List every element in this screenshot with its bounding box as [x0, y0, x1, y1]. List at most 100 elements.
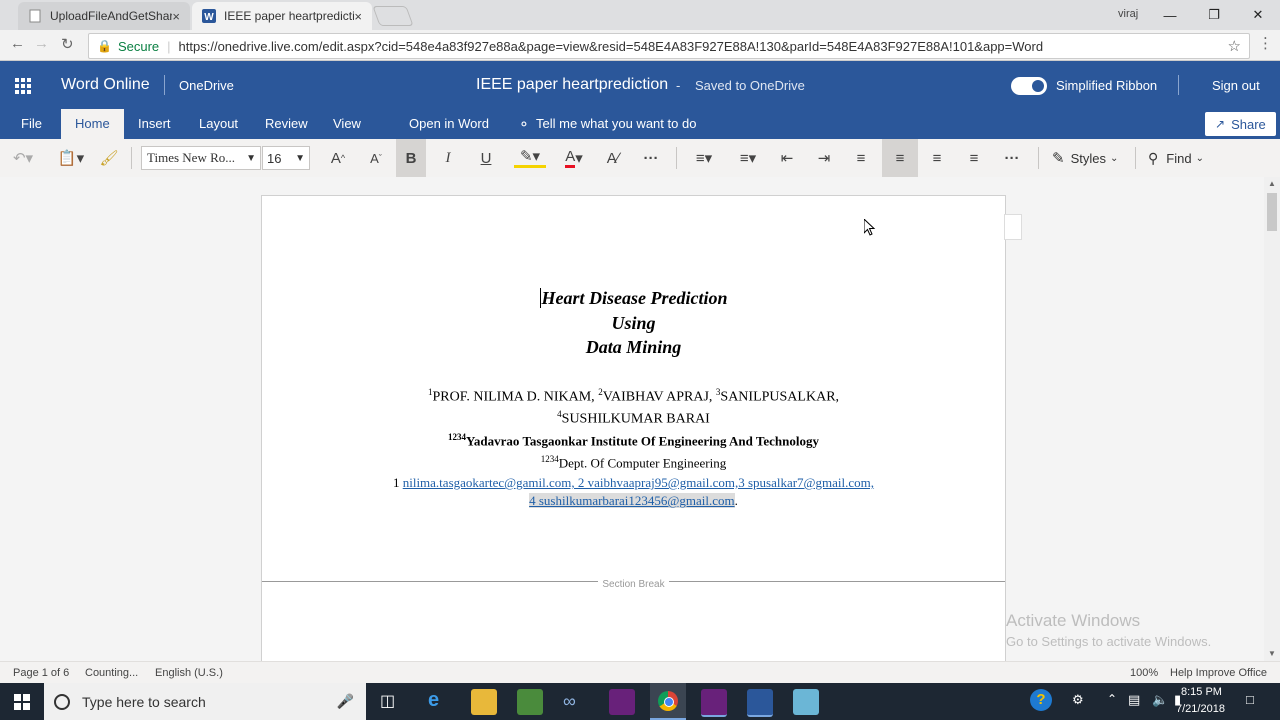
tab-layout[interactable]: Layout [199, 109, 238, 139]
doc-title-line[interactable]: Data Mining [262, 337, 1005, 358]
tab-home[interactable]: Home [61, 109, 124, 139]
font-name-select[interactable]: Times New Ro... ▼ [141, 146, 261, 170]
institute-line[interactable]: 1234Yadavrao Tasgaonkar Institute Of Eng… [262, 432, 1005, 449]
clear-formatting-icon[interactable]: A∕ [602, 147, 624, 169]
tab-view[interactable]: View [333, 109, 361, 139]
doc-title-line[interactable]: Heart Disease Prediction [262, 288, 1005, 309]
bold-button[interactable]: B [396, 139, 426, 177]
file-explorer-icon[interactable] [471, 689, 497, 715]
word-count-status[interactable]: Counting... [85, 667, 138, 679]
email-links[interactable]: nilima.tasgaokartec@gamil.com, 2 vaibhva… [403, 475, 874, 490]
document-page[interactable]: Heart Disease Prediction Using Data Mini… [261, 195, 1006, 661]
grow-font-icon[interactable]: A ^ [328, 147, 348, 169]
close-tab-icon[interactable]: × [172, 9, 180, 24]
zoom-level[interactable]: 100% [1130, 667, 1158, 679]
department-line[interactable]: 1234Dept. Of Computer Engineering [262, 454, 1005, 471]
maximize-icon[interactable]: ❐ [1192, 7, 1236, 23]
simplified-ribbon-toggle[interactable] [1011, 77, 1047, 95]
more-font-options[interactable]: ··· [640, 147, 662, 169]
vertical-scrollbar[interactable]: ▲ ▼ [1264, 177, 1280, 661]
undo-icon[interactable]: ↶▾ [8, 147, 38, 169]
microphone-icon[interactable]: 🎤 [337, 693, 354, 710]
page-count[interactable]: Page 1 of 6 [13, 667, 69, 679]
chevron-up-icon[interactable]: ⌃ [1107, 692, 1117, 706]
forward-icon[interactable]: → [34, 35, 49, 52]
share-button[interactable]: ↗ Share [1205, 112, 1276, 136]
decrease-indent-icon[interactable]: ⇤ [776, 147, 798, 169]
close-window-icon[interactable]: ✕ [1236, 7, 1280, 23]
visual-studio-icon[interactable] [609, 689, 635, 715]
align-center-button[interactable]: ≡ [882, 139, 918, 177]
open-in-word-button[interactable]: Open in Word [409, 109, 489, 139]
align-right-icon[interactable]: ≡ [926, 147, 948, 169]
clock-time[interactable]: 8:15 PM [1181, 686, 1222, 698]
sign-out-link[interactable]: Sign out [1212, 78, 1260, 93]
scroll-down-icon[interactable]: ▼ [1268, 649, 1276, 658]
clock-date[interactable]: 7/21/2018 [1176, 703, 1225, 715]
edge-icon[interactable]: e [428, 689, 439, 712]
document-title[interactable]: IEEE paper heartprediction [476, 76, 668, 94]
increase-indent-icon[interactable]: ⇥ [813, 147, 835, 169]
volume-icon[interactable]: 🔈 [1152, 692, 1168, 708]
styles-button[interactable]: ✎ Styles ⌄ [1052, 147, 1118, 169]
address-bar[interactable]: 🔒 Secure | https://onedrive.live.com/edi… [88, 33, 1250, 59]
help-icon[interactable]: ? [1030, 689, 1052, 711]
browser-tab-upload[interactable]: UploadFileAndGetShareL × [18, 2, 190, 30]
tab-review[interactable]: Review [265, 109, 308, 139]
underline-button[interactable]: U [476, 147, 496, 169]
task-view-icon[interactable]: ◫ [380, 691, 395, 711]
scroll-thumb[interactable] [1267, 193, 1277, 231]
authors-line[interactable]: 1PROF. NILIMA D. NIKAM, 2VAIBHAV APRAJ, … [262, 387, 1005, 406]
align-left-icon[interactable]: ≡ [850, 147, 872, 169]
format-painter-icon[interactable]: 🖌 [98, 147, 120, 169]
bookmark-star-icon[interactable]: ☆ [1228, 37, 1241, 55]
paste-icon[interactable]: 📋▾ [54, 147, 88, 169]
emails-line[interactable]: 4 sushilkumarbarai123456@gmail.com. [262, 493, 1005, 509]
link-app-icon[interactable]: ∞ [563, 691, 576, 712]
visual-studio-icon[interactable] [701, 689, 727, 717]
dept-name: Dept. Of Computer Engineering [558, 455, 727, 471]
emails-line[interactable]: 1 nilima.tasgaokartec@gamil.com, 2 vaibh… [262, 475, 1005, 491]
more-paragraph-options[interactable]: ··· [1001, 147, 1023, 169]
chrome-menu-icon[interactable]: ⋮ [1258, 34, 1273, 52]
ribbon-tabs: File Home Insert Layout Review View Open… [0, 109, 1280, 139]
tab-file[interactable]: File [21, 109, 42, 139]
chrome-taskbar-button[interactable] [650, 683, 686, 720]
onedrive-link[interactable]: OneDrive [179, 78, 234, 93]
title-dash: - [676, 78, 681, 93]
font-size-select[interactable]: 16 ▼ [262, 146, 310, 170]
shrink-font-icon[interactable]: Aˇ [366, 147, 386, 169]
app-name[interactable]: Word Online [61, 76, 150, 94]
minimize-icon[interactable]: — [1148, 8, 1192, 23]
tools-app-icon[interactable] [517, 689, 543, 715]
document-canvas[interactable]: Heart Disease Prediction Using Data Mini… [0, 177, 1264, 661]
new-tab-button[interactable] [372, 6, 414, 26]
network-icon[interactable]: ▤ [1128, 692, 1140, 708]
tab-insert[interactable]: Insert [138, 109, 171, 139]
numbering-icon[interactable]: ≡▾ [730, 147, 766, 169]
scroll-up-icon[interactable]: ▲ [1268, 179, 1276, 188]
language-status[interactable]: English (U.S.) [155, 667, 223, 679]
close-tab-icon[interactable]: × [354, 9, 362, 24]
people-icon[interactable]: ⚙ [1072, 692, 1084, 708]
browser-tab-word-doc[interactable]: W IEEE paper heartpredictio × [192, 2, 372, 30]
highlight-icon[interactable]: ✎▾ [514, 147, 546, 168]
tell-me-search[interactable]: Tell me what you want to do [536, 109, 696, 139]
email-link[interactable]: 4 sushilkumarbarai123456@gmail.com [529, 493, 735, 508]
reload-icon[interactable]: ↻ [61, 35, 74, 53]
help-improve-office-link[interactable]: Help Improve Office [1170, 667, 1267, 679]
doc-title-line[interactable]: Using [262, 313, 1005, 334]
italic-button[interactable]: I [438, 147, 458, 169]
windows-start-icon[interactable] [14, 694, 30, 710]
app-icon[interactable] [793, 689, 819, 715]
justify-icon[interactable]: ≡ [963, 147, 985, 169]
bullets-icon[interactable]: ≡▾ [686, 147, 722, 169]
back-icon[interactable]: ← [10, 35, 25, 52]
taskbar-search-box[interactable]: Type here to search 🎤 [44, 683, 366, 720]
notifications-icon[interactable]: □ [1246, 692, 1254, 707]
find-button[interactable]: ⚲ Find ⌄ [1148, 147, 1204, 169]
font-color-icon[interactable]: A ▾ [558, 147, 590, 169]
authors-line[interactable]: 4SUSHILKUMAR BARAI [262, 409, 1005, 428]
app-launcher-icon[interactable] [15, 78, 31, 94]
word-taskbar-icon[interactable] [747, 689, 773, 717]
